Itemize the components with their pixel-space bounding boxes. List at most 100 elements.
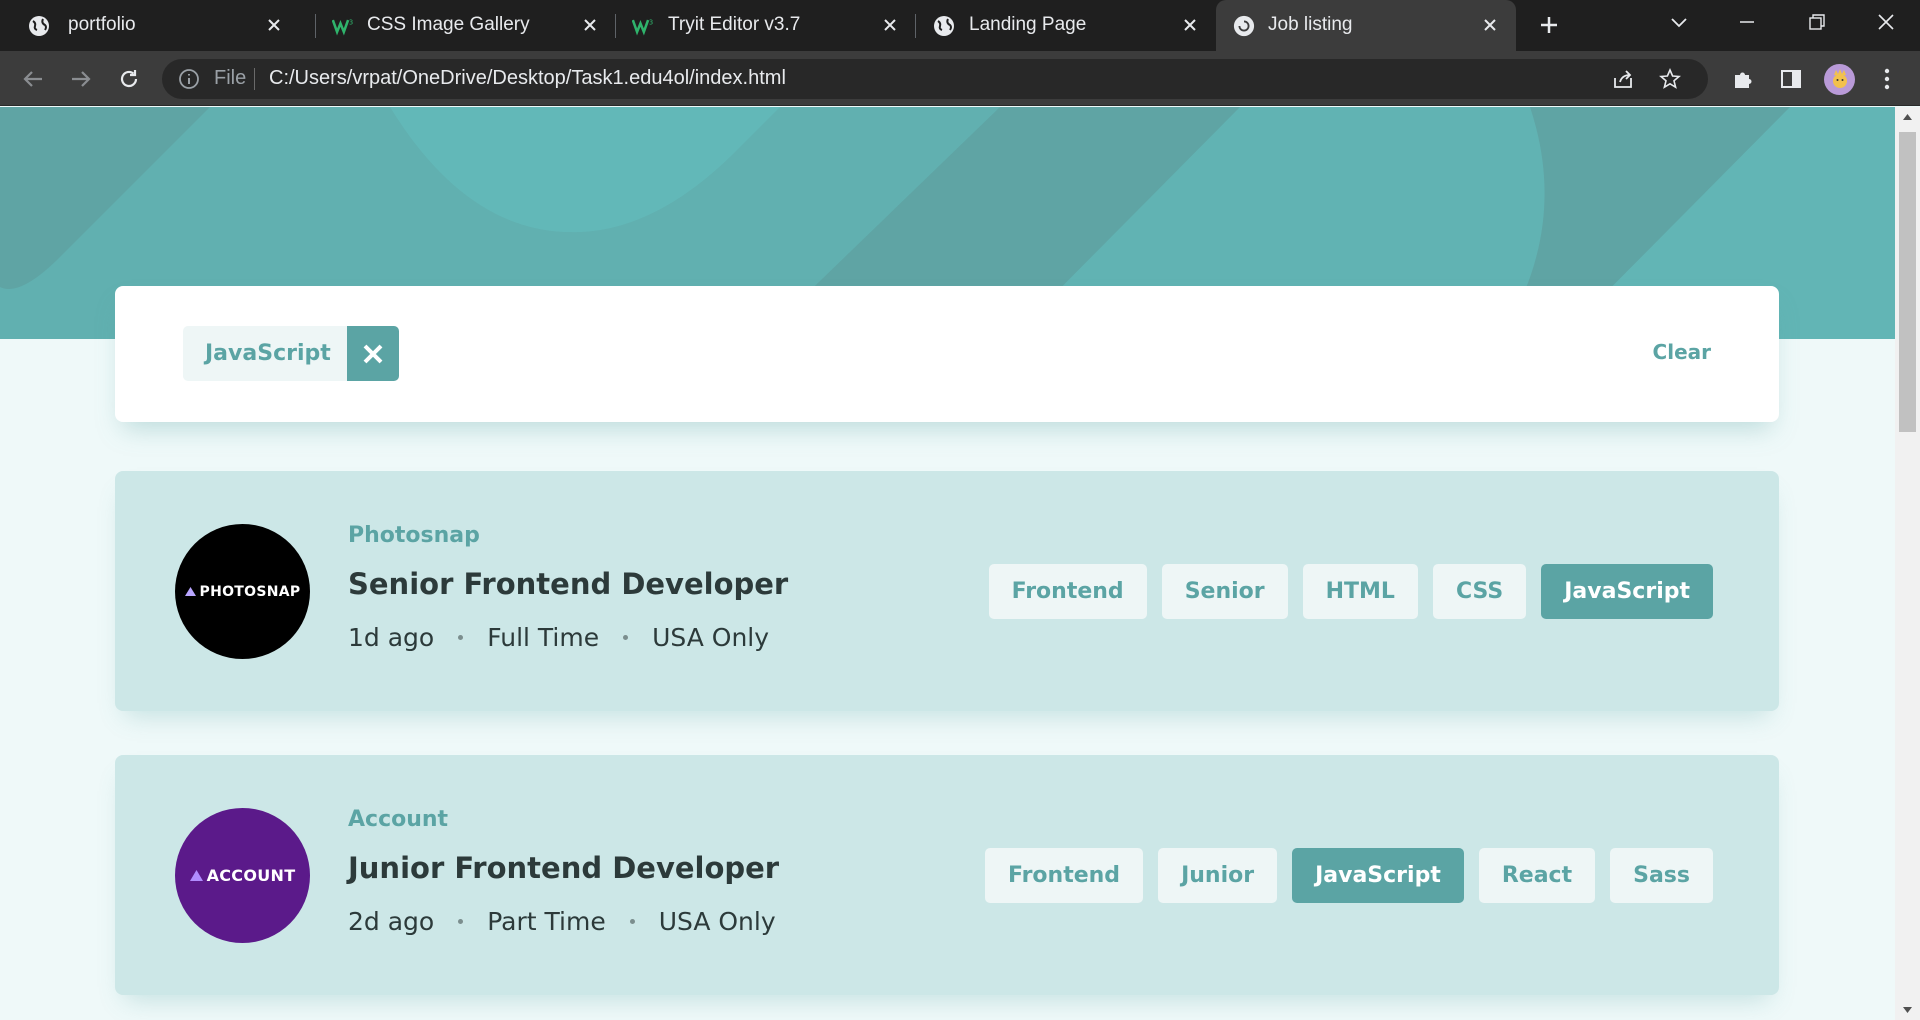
restore-button[interactable]: [1789, 0, 1845, 44]
info-icon[interactable]: [178, 68, 200, 90]
tag-html[interactable]: HTML: [1302, 564, 1418, 619]
dot-separator: [458, 919, 464, 924]
tag-sass[interactable]: Sass: [1610, 848, 1713, 903]
loading-icon: [1233, 15, 1255, 37]
avatar[interactable]: [1824, 64, 1855, 95]
job-card: ACCOUNT Account Junior Frontend Develope…: [115, 755, 1779, 995]
browser-tab-strip: portfolio 3 CSS Image Gallery 3 Tryit Ed…: [0, 0, 1920, 51]
tag-frontend[interactable]: Frontend: [988, 564, 1147, 619]
tab-tryit-editor[interactable]: 3 Tryit Editor v3.7: [616, 0, 916, 51]
tag-react[interactable]: React: [1478, 848, 1596, 903]
svg-text:3: 3: [649, 18, 653, 26]
close-icon: [363, 344, 383, 363]
company-name[interactable]: Photosnap: [348, 523, 480, 548]
reload-icon: [120, 70, 138, 88]
window-close-button[interactable]: [1858, 0, 1914, 44]
posted-at: 2d ago: [348, 907, 435, 936]
address-bar[interactable]: File C:/Users/vrpat/OneDrive/Desktop/Tas…: [162, 59, 1708, 99]
tab-title: portfolio: [68, 14, 136, 35]
close-icon[interactable]: [878, 13, 902, 37]
dot-separator: [629, 919, 635, 924]
tag-senior[interactable]: Senior: [1161, 564, 1288, 619]
filter-bar: JavaScript Clear: [115, 286, 1779, 422]
w3schools-icon: 3: [632, 15, 654, 37]
plus-icon: [1541, 17, 1557, 33]
restore-icon: [1809, 14, 1825, 30]
location: USA Only: [652, 623, 770, 652]
close-icon[interactable]: [1178, 13, 1202, 37]
svg-text:3: 3: [349, 18, 353, 26]
job-position[interactable]: Junior Frontend Developer: [348, 851, 779, 885]
minimize-button[interactable]: [1719, 0, 1775, 44]
job-position[interactable]: Senior Frontend Developer: [348, 567, 788, 601]
close-icon[interactable]: [578, 13, 602, 37]
job-meta: 1d ago Full Time USA Only: [348, 623, 769, 652]
tag-list: Frontend Senior HTML CSS JavaScript: [988, 564, 1713, 619]
remove-filter-button[interactable]: [346, 326, 399, 381]
company-name[interactable]: Account: [348, 807, 448, 832]
side-panel-icon: [1781, 70, 1801, 88]
logo-text: PHOTOSNAP: [199, 583, 301, 600]
posted-at: 1d ago: [348, 623, 435, 652]
dot-separator: [623, 635, 629, 640]
arrow-right-icon: [72, 71, 91, 87]
clear-filters-button[interactable]: Clear: [1653, 340, 1711, 364]
logo-text: ACCOUNT: [206, 866, 296, 885]
side-panel-button[interactable]: [1776, 64, 1806, 94]
company-logo: PHOTOSNAP: [175, 524, 310, 659]
company-logo: ACCOUNT: [175, 808, 310, 943]
tab-title: Landing Page: [969, 14, 1087, 35]
arrow-left-icon: [23, 71, 42, 87]
puzzle-icon: [1735, 72, 1752, 88]
dot-separator: [458, 635, 464, 640]
scroll-down-icon[interactable]: [1895, 1000, 1920, 1020]
job-meta: 2d ago Part Time USA Only: [348, 907, 776, 936]
new-tab-button[interactable]: [1521, 3, 1577, 47]
tag-css[interactable]: CSS: [1432, 564, 1527, 619]
tab-css-image-gallery[interactable]: 3 CSS Image Gallery: [316, 0, 616, 51]
star-icon[interactable]: [1659, 67, 1681, 94]
tab-portfolio[interactable]: portfolio: [0, 0, 300, 51]
scrollbar-thumb[interactable]: [1899, 132, 1916, 432]
forward-button[interactable]: [66, 64, 96, 94]
filter-chip-label: JavaScript: [183, 326, 347, 381]
job-card: PHOTOSNAP Photosnap Senior Frontend Deve…: [115, 471, 1779, 711]
close-icon[interactable]: [262, 13, 286, 37]
scheme-label: File: [214, 67, 247, 89]
browser-toolbar: File C:/Users/vrpat/OneDrive/Desktop/Tas…: [0, 51, 1920, 106]
contract-type: Part Time: [487, 907, 606, 936]
tab-job-listing[interactable]: Job listing: [1216, 0, 1516, 51]
minimize-icon: [1740, 21, 1754, 23]
tag-frontend[interactable]: Frontend: [984, 848, 1144, 903]
w3schools-icon: 3: [332, 15, 354, 37]
triangle-icon: [184, 587, 196, 596]
page-viewport: JavaScript Clear PHOTOSNAP Photosnap Sen…: [0, 107, 1895, 1020]
close-icon: [1878, 14, 1894, 30]
chevron-down-icon: [1671, 18, 1687, 28]
tab-title: Job listing: [1268, 14, 1353, 35]
tag-junior[interactable]: Junior: [1158, 848, 1278, 903]
profile-icon: [1832, 68, 1847, 88]
reload-button[interactable]: [114, 64, 144, 94]
scroll-up-icon[interactable]: [1895, 107, 1920, 127]
triangle-icon: [189, 870, 203, 881]
contract-type: Full Time: [487, 623, 600, 652]
location: USA Only: [658, 907, 776, 936]
back-button[interactable]: [18, 64, 48, 94]
globe-icon: [933, 15, 955, 37]
menu-button[interactable]: [1872, 64, 1902, 94]
tag-javascript[interactable]: JavaScript: [1292, 848, 1464, 903]
tab-search-button[interactable]: [1651, 0, 1707, 44]
tag-list: Frontend Junior JavaScript React Sass: [984, 848, 1713, 903]
tag-javascript[interactable]: JavaScript: [1541, 564, 1713, 619]
divider: [254, 68, 255, 90]
url-text[interactable]: C:/Users/vrpat/OneDrive/Desktop/Task1.ed…: [269, 67, 786, 90]
share-icon[interactable]: [1611, 68, 1635, 94]
close-icon[interactable]: [1478, 13, 1502, 37]
tab-title: CSS Image Gallery: [367, 14, 530, 35]
filter-chip: JavaScript: [183, 326, 399, 381]
extensions-button[interactable]: [1728, 64, 1758, 94]
tab-landing-page[interactable]: Landing Page: [916, 0, 1216, 51]
globe-icon: [28, 15, 50, 37]
more-vert-icon: [1884, 68, 1890, 90]
